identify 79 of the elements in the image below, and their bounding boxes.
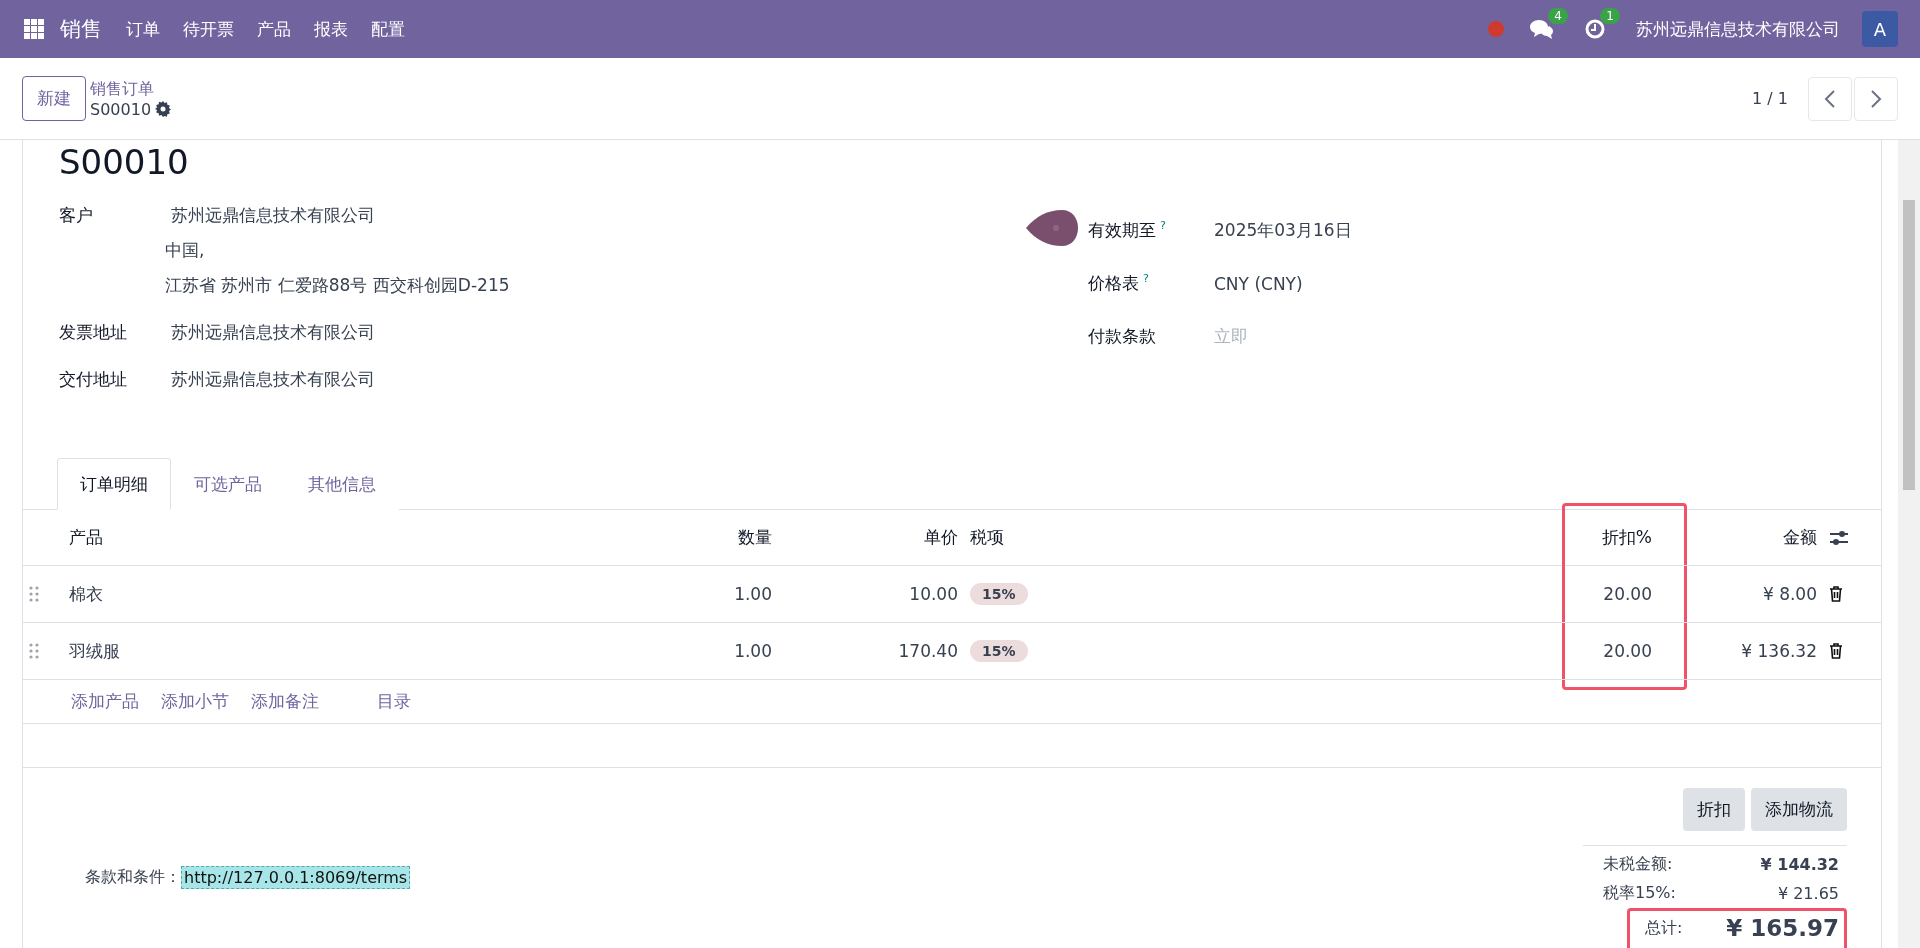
field-value[interactable]: CNY (CNY) bbox=[1214, 273, 1303, 294]
action-button[interactable]: 折扣 bbox=[1683, 788, 1745, 831]
record-title: S00010 bbox=[59, 142, 190, 182]
menu-item[interactable]: 订单 bbox=[126, 17, 160, 41]
table-cell: 20.00 bbox=[1603, 641, 1652, 661]
add-line-link[interactable]: 添加产品 bbox=[71, 690, 139, 713]
field-label: 发票地址 bbox=[59, 321, 128, 344]
table-cell: 羽绒服 bbox=[69, 639, 120, 663]
breadcrumb-link[interactable]: 销售订单 bbox=[90, 78, 172, 100]
chat-icon[interactable] bbox=[1528, 18, 1554, 40]
field-label: 客户 bbox=[59, 204, 94, 227]
menu-item[interactable]: 待开票 bbox=[183, 17, 234, 41]
terms-label: 条款和条件： bbox=[85, 867, 181, 888]
tax-tag: 15% bbox=[970, 640, 1028, 662]
trash-icon[interactable] bbox=[1829, 643, 1843, 659]
table-cell: 10.00 bbox=[909, 584, 958, 604]
company-switcher[interactable]: 苏州远鼎信息技术有限公司 bbox=[1636, 17, 1840, 41]
app-name[interactable]: 销售 bbox=[60, 15, 102, 43]
field-value[interactable]: 苏州远鼎信息技术有限公司 bbox=[165, 204, 510, 227]
clock-icon[interactable] bbox=[1584, 18, 1606, 40]
table-cell: 170.40 bbox=[898, 641, 958, 661]
drag-handle-icon[interactable] bbox=[29, 586, 39, 602]
next-button[interactable] bbox=[1854, 76, 1898, 121]
total-label: 总计: bbox=[1645, 917, 1683, 939]
address-line: 中国, bbox=[165, 239, 206, 262]
add-line-link[interactable]: 添加小节 bbox=[161, 690, 229, 713]
field-label: 付款条款 bbox=[1088, 325, 1157, 348]
field-value[interactable]: 苏州远鼎信息技术有限公司 bbox=[165, 368, 375, 391]
scrollbar[interactable] bbox=[1898, 140, 1920, 948]
previous-button[interactable] bbox=[1808, 76, 1852, 121]
column-settings-icon[interactable] bbox=[1829, 529, 1849, 546]
trash-icon[interactable] bbox=[1829, 586, 1843, 602]
field-label: 价格表 $^{?}$ bbox=[1088, 272, 1150, 295]
gear-icon[interactable] bbox=[155, 101, 172, 117]
help-tooltip[interactable]: ? bbox=[1143, 272, 1149, 295]
column-header[interactable]: 税项 bbox=[970, 526, 1004, 549]
column-header[interactable]: 产品 bbox=[69, 526, 103, 549]
menu-item[interactable]: 配置 bbox=[371, 17, 405, 41]
tax-tag: 15% bbox=[970, 583, 1028, 605]
ribbon-tag-icon bbox=[1026, 208, 1080, 248]
total-value: ¥ 165.97 bbox=[1726, 915, 1839, 941]
user-avatar[interactable]: A bbox=[1862, 11, 1898, 47]
help-tooltip[interactable]: ? bbox=[1160, 219, 1166, 242]
total-label: 税率15%: bbox=[1603, 883, 1676, 904]
chevron-right-icon bbox=[1870, 88, 1882, 109]
table-cell: 棉衣 bbox=[69, 582, 103, 606]
table-cell: 20.00 bbox=[1603, 584, 1652, 604]
table-cell: ¥ 8.00 bbox=[1762, 584, 1817, 604]
menu-item[interactable]: 产品 bbox=[257, 17, 291, 41]
terms-link[interactable]: http://127.0.0.1:8069/terms bbox=[181, 866, 411, 889]
add-line-link[interactable]: 目录 bbox=[377, 690, 411, 713]
menu-item[interactable]: 报表 bbox=[314, 17, 348, 41]
apps-grid-icon[interactable] bbox=[24, 19, 44, 39]
pager-value: 1 / 1 bbox=[1752, 89, 1788, 108]
message-count-badge: 4 bbox=[1548, 8, 1568, 24]
activity-count-badge: 1 bbox=[1600, 8, 1620, 24]
status-dot bbox=[1488, 21, 1504, 37]
field-value[interactable]: 苏州远鼎信息技术有限公司 bbox=[165, 321, 375, 344]
column-header[interactable]: 金额 bbox=[1783, 526, 1817, 549]
record-name: S00010 bbox=[90, 99, 152, 119]
chevron-left-icon bbox=[1824, 88, 1836, 109]
total-label: 未税金额: bbox=[1603, 854, 1673, 875]
table-cell: 1.00 bbox=[734, 584, 772, 604]
column-header[interactable]: 数量 bbox=[738, 526, 772, 549]
column-header[interactable]: 折扣% bbox=[1601, 526, 1652, 549]
field-label: 交付地址 bbox=[59, 368, 128, 391]
field-label: 有效期至 $^{?}$ bbox=[1088, 219, 1167, 242]
new-button[interactable]: 新建 bbox=[22, 76, 86, 121]
address-line: 江苏省 苏州市 仁爱路88号 西交科创园D-215 bbox=[165, 274, 510, 297]
drag-handle-icon[interactable] bbox=[29, 643, 39, 659]
field-value[interactable]: 2025年03月16日 bbox=[1214, 219, 1352, 242]
table-cell: ¥ 136.32 bbox=[1741, 641, 1817, 661]
tab[interactable]: 订单明细 bbox=[57, 458, 171, 510]
total-value: ¥ 144.32 bbox=[1760, 855, 1839, 874]
table-cell: 1.00 bbox=[734, 641, 772, 661]
column-header[interactable]: 单价 bbox=[924, 526, 958, 549]
total-value: ¥ 21.65 bbox=[1777, 884, 1839, 903]
add-line-link[interactable]: 添加备注 bbox=[251, 690, 319, 713]
action-button[interactable]: 添加物流 bbox=[1751, 788, 1847, 831]
